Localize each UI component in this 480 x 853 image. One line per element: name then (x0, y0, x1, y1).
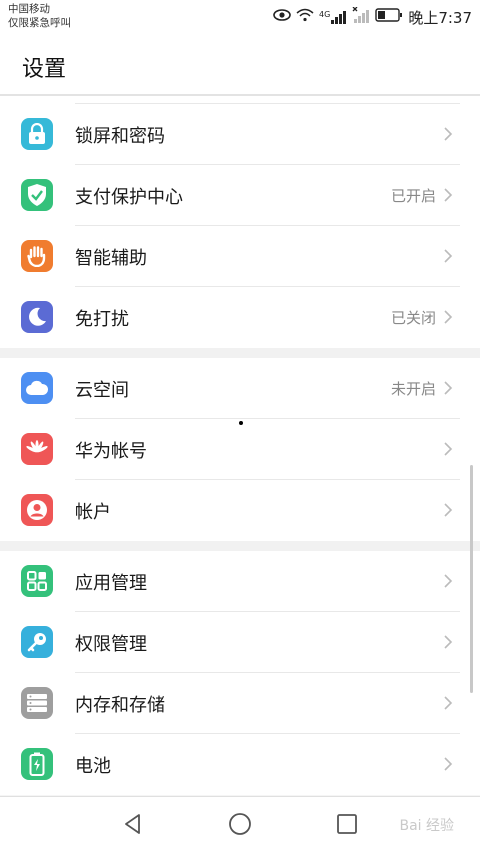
carrier-info: 中国移动 仅限紧急呼叫 (8, 2, 71, 30)
setting-label: 电池 (75, 756, 111, 777)
back-icon[interactable] (118, 809, 148, 839)
apps-grid-icon (21, 565, 53, 597)
eye-icon (273, 8, 291, 26)
emergency-only: 仅限紧急呼叫 (8, 17, 71, 29)
chevron-right-icon (444, 381, 453, 395)
setting-label: 锁屏和密码 (75, 126, 165, 147)
no-signal-icon (352, 6, 370, 27)
group-divider (0, 541, 480, 551)
signal-icon: 4G (319, 10, 347, 24)
settings-group-account: 云空间 未开启 华为帐号 帐户 (0, 358, 480, 541)
setting-accounts[interactable]: 帐户 (0, 480, 480, 541)
chevron-right-icon (444, 696, 453, 710)
setting-label: 支付保护中心 (75, 187, 183, 208)
setting-do-not-disturb[interactable]: 免打扰 已关闭 (0, 287, 480, 348)
group-divider (0, 348, 480, 358)
setting-label: 权限管理 (75, 634, 147, 655)
home-icon[interactable] (225, 809, 255, 839)
setting-permissions[interactable]: 权限管理 (0, 612, 480, 673)
setting-label: 内存和存储 (75, 695, 165, 716)
setting-apps[interactable]: 应用管理 (0, 551, 480, 612)
setting-value: 已开启 (390, 187, 436, 205)
navigation-bar: Bai 经验 (0, 796, 480, 853)
chevron-right-icon (444, 574, 453, 588)
setting-battery[interactable]: 电池 (0, 734, 480, 795)
setting-huawei-id[interactable]: 华为帐号 (0, 419, 480, 480)
chevron-right-icon (444, 757, 453, 771)
setting-cloud[interactable]: 云空间 未开启 (0, 358, 480, 419)
user-icon (21, 494, 53, 526)
status-bar: 中国移动 仅限紧急呼叫 4G 晚上7:37 (0, 0, 480, 34)
setting-label: 免打扰 (75, 309, 129, 330)
settings-group-system: 应用管理 权限管理 内存和存储 电池 (0, 551, 480, 795)
baidu-watermark: Bai 经验 (399, 818, 454, 834)
key-icon (21, 626, 53, 658)
status-icons: 4G 晚上7:37 (273, 6, 472, 27)
chevron-right-icon (444, 188, 453, 202)
huawei-logo-icon (21, 433, 53, 465)
settings-list: 锁屏和密码 支付保护中心 已开启 智能辅助 免打扰 已关闭 云空间 未开启 华为… (0, 96, 480, 795)
setting-label: 应用管理 (75, 573, 147, 594)
recents-icon[interactable] (332, 809, 362, 839)
setting-label: 华为帐号 (75, 441, 147, 462)
moon-icon (21, 301, 53, 333)
app-header: 设置 (0, 34, 480, 96)
touch-indicator-dot (239, 421, 243, 425)
chevron-right-icon (444, 503, 453, 517)
storage-icon (21, 687, 53, 719)
page-title: 设置 (22, 57, 67, 82)
chevron-right-icon (444, 310, 453, 324)
carrier-name: 中国移动 (8, 3, 50, 15)
scrollbar[interactable] (470, 465, 473, 693)
setting-label: 云空间 (75, 380, 129, 401)
hand-icon (21, 240, 53, 272)
chevron-right-icon (444, 635, 453, 649)
battery-icon (21, 748, 53, 780)
network-type: 4G (319, 10, 331, 19)
setting-label: 智能辅助 (75, 248, 147, 269)
chevron-right-icon (444, 442, 453, 456)
setting-lockscreen-password[interactable]: 锁屏和密码 (0, 104, 480, 165)
clock: 晚上7:37 (408, 8, 472, 27)
chevron-right-icon (444, 249, 453, 263)
setting-smart-assist[interactable]: 智能辅助 (0, 226, 480, 287)
setting-value: 未开启 (390, 380, 436, 398)
cloud-icon (21, 372, 53, 404)
setting-payment-protection[interactable]: 支付保护中心 已开启 (0, 165, 480, 226)
battery-status-icon (375, 8, 403, 26)
chevron-right-icon (444, 127, 453, 141)
settings-group-security: 锁屏和密码 支付保护中心 已开启 智能辅助 免打扰 已关闭 (0, 104, 480, 348)
wifi-icon (296, 8, 314, 26)
setting-value: 已关闭 (390, 309, 436, 327)
lock-icon (21, 118, 53, 150)
setting-memory-storage[interactable]: 内存和存储 (0, 673, 480, 734)
setting-label: 帐户 (75, 502, 111, 523)
shield-check-icon (21, 179, 53, 211)
scrolled-row-edge (0, 96, 480, 104)
